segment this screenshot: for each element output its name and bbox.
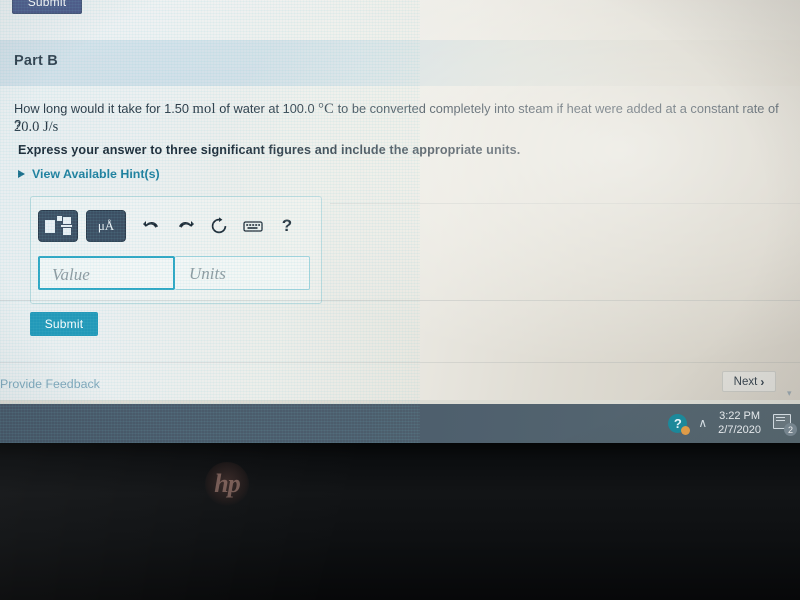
submit-button[interactable]: Submit <box>30 312 98 336</box>
laptop-photo: Submit Part B How long would it take for… <box>0 0 800 600</box>
keyboard-icon[interactable] <box>236 211 270 241</box>
question-segment-2: of water at 100.0 <box>215 101 319 116</box>
question-unit-mol: mol <box>192 101 216 117</box>
laptop-screen: Submit Part B How long would it take for… <box>0 0 800 443</box>
get-help-icon[interactable]: ? <box>668 413 691 435</box>
answer-fields: Value Units <box>38 256 310 290</box>
chevron-right-icon: › <box>760 374 765 389</box>
divider-middle <box>0 300 800 301</box>
next-button[interactable]: Next › <box>722 371 776 392</box>
laptop-bezel <box>0 443 800 600</box>
reset-circular-arrow-icon[interactable] <box>202 211 236 241</box>
part-title: Part B <box>14 53 58 69</box>
math-template-icon[interactable] <box>38 210 78 242</box>
question-unit-celsius: °C <box>318 101 335 117</box>
action-center-icon[interactable]: 2 <box>772 412 797 436</box>
undo-arrow-icon[interactable] <box>134 211 168 241</box>
clock-date: 2/7/2020 <box>718 424 761 436</box>
toolbar-help-icon[interactable]: ? <box>270 211 304 241</box>
previous-part-submit-label: Submit <box>27 0 67 9</box>
question-tail: ? <box>14 117 22 132</box>
show-hidden-icons-chevron-up-icon[interactable]: ∧ <box>698 416 707 430</box>
answer-instruction: Express your answer to three significant… <box>18 143 521 157</box>
triangle-right-icon <box>18 170 25 178</box>
divider-bottom <box>0 362 800 363</box>
scroll-down-caret-icon[interactable]: ▾ <box>787 388 792 399</box>
clock-time: 3:22 PM <box>719 410 761 422</box>
redo-arrow-icon[interactable] <box>168 211 202 241</box>
taskbar-clock[interactable]: 3:22 PM 2/7/2020 <box>718 409 761 437</box>
units-symbol-label: μÅ <box>97 218 115 233</box>
previous-part-submit-button[interactable]: Submit <box>12 0 82 14</box>
part-header-band <box>0 40 800 86</box>
view-hints-label: View Available Hint(s) <box>32 167 160 181</box>
divider-top <box>330 203 800 204</box>
get-help-badge <box>681 425 691 435</box>
next-button-label: Next <box>733 375 758 388</box>
units-input[interactable]: Units <box>175 256 310 290</box>
units-symbol-button[interactable]: μÅ <box>86 210 126 242</box>
hp-logo: hp <box>205 462 249 506</box>
answer-toolbar: μÅ ? <box>38 205 310 247</box>
question-text: How long would it take for 1.50 mol of w… <box>14 100 794 136</box>
action-center-badge: 2 <box>784 423 797 436</box>
toolbar-help-label: ? <box>281 216 293 235</box>
question-segment-3: to be converted completely into steam if… <box>334 101 779 116</box>
system-tray: ? ∧ 3:22 PM 2/7/2020 2 <box>668 406 797 440</box>
value-input[interactable]: Value <box>38 256 175 290</box>
provide-feedback-link[interactable]: Provide Feedback <box>0 377 100 391</box>
question-segment-1: How long would it take for 1.50 <box>14 101 193 116</box>
view-hints-toggle[interactable]: View Available Hint(s) <box>18 167 160 181</box>
